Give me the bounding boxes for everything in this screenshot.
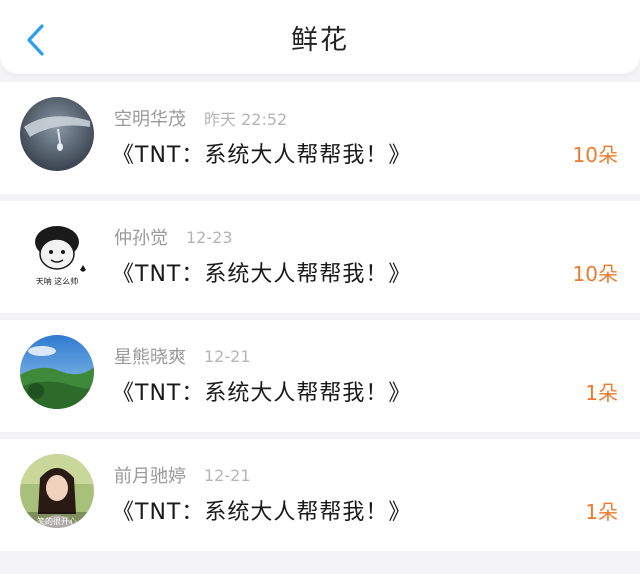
timestamp: 12-21 bbox=[204, 465, 251, 485]
avatar[interactable]: 天呐 这么帅 bbox=[20, 216, 94, 290]
list-item[interactable]: 笑的很开心 前月驰婷 12-21 《TNT：系统大人帮帮我！》 1朵 bbox=[0, 439, 640, 551]
book-title[interactable]: 《TNT：系统大人帮帮我！》 bbox=[112, 137, 411, 169]
avatar-caption: 天呐 这么帅 bbox=[36, 276, 79, 286]
record-meta: 星熊晓爽 12-21 bbox=[114, 343, 251, 369]
avatar-landscape-photo bbox=[20, 335, 94, 409]
timestamp: 12-23 bbox=[186, 227, 233, 247]
avatar[interactable] bbox=[20, 97, 94, 171]
avatar-dark-photo bbox=[20, 97, 94, 171]
sender-name[interactable]: 前月驰婷 bbox=[114, 462, 186, 488]
flower-count: 10朵 bbox=[572, 262, 618, 286]
avatar-girl-photo: 笑的很开心 bbox=[20, 454, 94, 528]
sender-name[interactable]: 星熊晓爽 bbox=[114, 343, 186, 369]
flower-count: 1朵 bbox=[585, 500, 618, 524]
sender-name[interactable]: 空明华茂 bbox=[114, 105, 186, 131]
sender-name[interactable]: 仲孙觉 bbox=[114, 224, 168, 250]
list-item[interactable]: 星熊晓爽 12-21 《TNT：系统大人帮帮我！》 1朵 bbox=[0, 320, 640, 432]
list-item[interactable]: 空明华茂 昨天 22:52 《TNT：系统大人帮帮我！》 10朵 bbox=[0, 82, 640, 194]
flower-count: 1朵 bbox=[585, 381, 618, 405]
flower-record-list: 空明华茂 昨天 22:52 《TNT：系统大人帮帮我！》 10朵 天呐 这么帅 … bbox=[0, 82, 640, 558]
book-title[interactable]: 《TNT：系统大人帮帮我！》 bbox=[112, 256, 411, 288]
avatar[interactable] bbox=[20, 335, 94, 409]
record-meta: 前月驰婷 12-21 bbox=[114, 462, 251, 488]
top-bar: 鲜花 bbox=[0, 0, 640, 74]
avatar-meme-cartoon: 天呐 这么帅 bbox=[20, 216, 94, 290]
record-meta: 空明华茂 昨天 22:52 bbox=[114, 106, 287, 130]
avatar-caption: 笑的很开心 bbox=[37, 516, 77, 526]
flower-count: 10朵 bbox=[572, 143, 618, 167]
record-meta: 仲孙觉 12-23 bbox=[114, 224, 233, 250]
timestamp: 12-21 bbox=[204, 346, 251, 366]
book-title[interactable]: 《TNT：系统大人帮帮我！》 bbox=[112, 375, 411, 407]
book-title[interactable]: 《TNT：系统大人帮帮我！》 bbox=[112, 494, 411, 526]
page-title: 鲜花 bbox=[291, 25, 349, 56]
avatar[interactable]: 笑的很开心 bbox=[20, 454, 94, 528]
timestamp: 昨天 22:52 bbox=[204, 110, 288, 129]
list-item[interactable]: 天呐 这么帅 仲孙觉 12-23 《TNT：系统大人帮帮我！》 10朵 bbox=[0, 201, 640, 313]
